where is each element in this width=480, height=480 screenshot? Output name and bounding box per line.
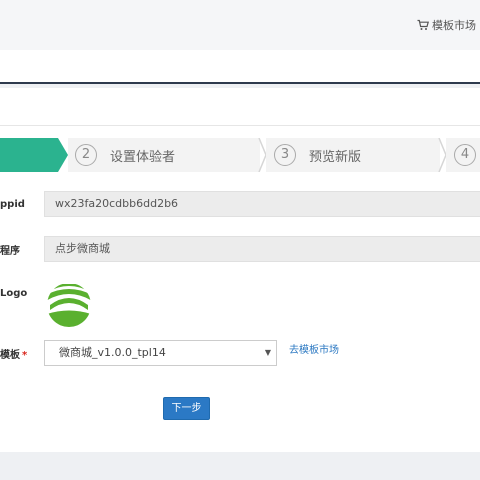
step-1-arrow bbox=[58, 138, 68, 172]
app-logo-image bbox=[46, 282, 92, 328]
top-bar: 模板市场 bbox=[0, 0, 480, 50]
step-wizard: 2 设置体验者 3 预览新版 4 bbox=[0, 137, 480, 173]
chevron-down-icon: ▼ bbox=[264, 348, 271, 357]
appid-field: wx23fa20cdbb6dd2b6 bbox=[44, 191, 480, 217]
content-card: 2 设置体验者 3 预览新版 4 ppid wx23fa20cdbb6dd2b6… bbox=[0, 88, 480, 452]
template-label: 模板 * bbox=[0, 346, 27, 361]
template-select[interactable]: 微商城_v1.0.0_tpl14 ▼ bbox=[44, 340, 277, 366]
step-2-label: 设置体验者 bbox=[110, 150, 176, 165]
app-name-field: 点步微商城 bbox=[44, 236, 480, 262]
step-2-number: 2 bbox=[75, 144, 97, 166]
template-market-label: 模板市场 bbox=[432, 19, 476, 32]
template-market-link[interactable]: 模板市场 bbox=[417, 17, 476, 33]
app-name-label: 程序 bbox=[0, 246, 20, 257]
step-3-number: 3 bbox=[274, 144, 296, 166]
step-4: 4 bbox=[446, 138, 480, 172]
step-4-number: 4 bbox=[454, 144, 476, 166]
appid-label: ppid bbox=[0, 199, 25, 210]
card-header bbox=[0, 88, 480, 126]
go-template-market-link[interactable]: 去模板市场 bbox=[289, 341, 339, 356]
step-3: 3 预览新版 bbox=[266, 138, 440, 172]
step-2: 2 设置体验者 bbox=[68, 138, 260, 172]
step-1-active bbox=[0, 138, 58, 172]
logo-label: Logo bbox=[0, 288, 28, 299]
next-step-button[interactable]: 下一步 bbox=[163, 397, 210, 420]
template-label-text: 模板 bbox=[0, 350, 20, 361]
required-mark: * bbox=[22, 350, 28, 361]
step-3-label: 预览新版 bbox=[309, 150, 362, 165]
template-select-value: 微商城_v1.0.0_tpl14 bbox=[59, 346, 166, 359]
cart-icon bbox=[417, 19, 429, 31]
sub-header-bar bbox=[0, 50, 480, 84]
